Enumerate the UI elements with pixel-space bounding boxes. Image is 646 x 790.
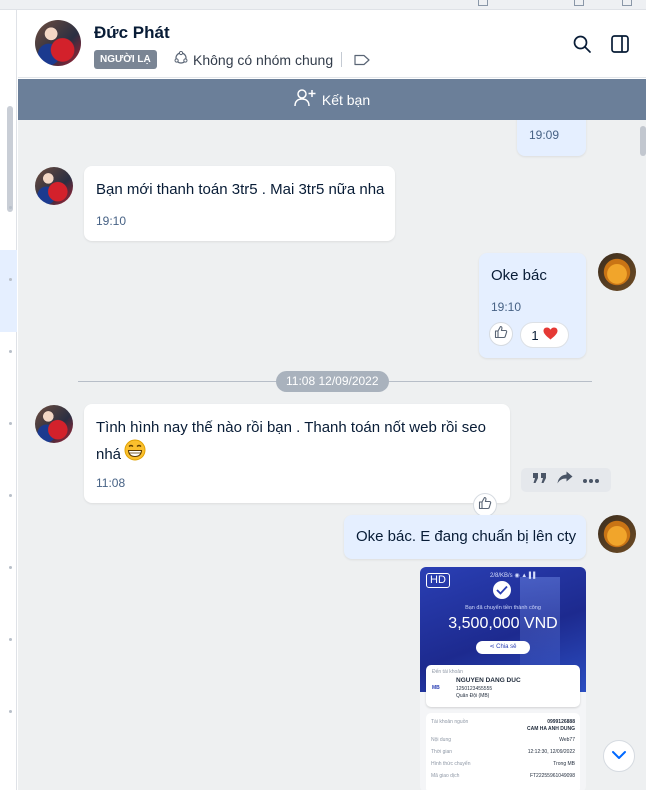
chat-message-area[interactable]: 19:09 Bạn mới thanh toán 3tr5 . Mai 3tr5… [18, 120, 646, 790]
date-divider: 11:08 12/09/2022 [276, 371, 389, 392]
receipt-title: Bạn đã chuyển tiền thành công [465, 605, 541, 611]
forward-icon[interactable] [557, 471, 573, 489]
recipient-name: NGUYEN DANG DUC [456, 677, 521, 684]
reaction-count: 1 [531, 327, 539, 343]
transaction-details: Tài khoản nguồn 0999126888 CAM HA ANH DU… [426, 713, 580, 790]
recipient-card: Đến tài khoản NGUYEN DANG DUC MB 1250123… [426, 665, 580, 707]
message-time: 11:08 [96, 476, 126, 490]
group-icon [174, 50, 188, 68]
outgoing-message[interactable]: Oke bác. E đang chuẩn bị lên cty [344, 515, 586, 559]
message-text: Oke bác [491, 267, 547, 284]
window-titlebar-strip [0, 0, 646, 10]
recipient-label: Đến tài khoản [432, 669, 463, 675]
list-item-marker [9, 278, 12, 281]
conversation-list-scrollbar[interactable] [7, 106, 13, 212]
active-conversation-highlight[interactable] [0, 250, 17, 332]
message-text-line2-content: nhá [96, 445, 122, 463]
list-item-marker [9, 566, 12, 569]
thumbs-up-icon [478, 496, 492, 515]
message-time: 19:10 [96, 214, 127, 228]
chat-header: Đức Phát NGƯỜI LẠ Không có nhóm chung [18, 10, 646, 78]
thumbs-up-icon [494, 325, 508, 344]
message-text-line1: Tình hình nay thế nào rồi bạn . Thanh to… [96, 419, 486, 436]
minimize-window-icon[interactable] [478, 0, 488, 6]
incoming-message[interactable]: Tình hình nay thế nào rồi bạn . Thanh to… [84, 404, 510, 503]
detail-value: Trong MB [553, 761, 575, 767]
list-item-marker [9, 206, 12, 209]
receipt-status-bar: 2/8/KB/s ◉ ▲ ▌▌ [490, 573, 538, 579]
detail-value: FT22255961049098 [529, 773, 575, 779]
receipt-share-label: Chia sẻ [496, 644, 517, 650]
receipt-amount: 3,500,000 VND [448, 615, 558, 632]
detail-value: 0999126888 [547, 719, 575, 725]
list-item-marker [9, 350, 12, 353]
panel-toggle-icon[interactable] [610, 34, 630, 59]
my-avatar[interactable] [598, 515, 636, 553]
list-item-marker [9, 422, 12, 425]
more-icon[interactable] [582, 471, 600, 489]
tag-icon[interactable] [354, 53, 370, 71]
conversation-list-edge [0, 10, 17, 790]
detail-value: 12:12:30, 12/09/2022 [527, 749, 575, 755]
list-item-marker [9, 494, 12, 497]
detail-label: Hình thức chuyển [431, 761, 471, 767]
my-avatar[interactable] [598, 253, 636, 291]
heart-icon [543, 327, 558, 343]
detail-value: Web77 [559, 737, 575, 743]
contact-avatar[interactable] [35, 20, 81, 66]
transfer-receipt-image[interactable]: HD 2/8/KB/s ◉ ▲ ▌▌ Bạn đã chuyển tiền th… [420, 567, 586, 790]
scroll-to-bottom-button[interactable] [603, 740, 635, 772]
receipt-share-button: ⋖ Chia sẻ [476, 641, 530, 654]
chat-scrollbar[interactable] [640, 126, 646, 156]
success-check-icon [493, 581, 511, 599]
contact-avatar[interactable] [35, 405, 73, 443]
search-icon[interactable] [572, 34, 592, 59]
detail-label: Mã giao dịch [431, 773, 460, 779]
message-text-line2: nhá [96, 439, 146, 469]
outgoing-message[interactable]: 19:09 [517, 120, 586, 156]
message-time: 19:10 [491, 300, 522, 314]
message-time: 19:09 [529, 128, 560, 142]
detail-value: CAM HA ANH DUNG [527, 726, 575, 732]
header-divider [341, 52, 342, 67]
detail-label: Tài khoản nguồn [431, 719, 469, 725]
message-text: Bạn mới thanh toán 3tr5 . Mai 3tr5 nữa n… [96, 181, 385, 198]
detail-label: Thời gian [431, 749, 453, 755]
react-like-button[interactable] [489, 322, 513, 346]
recipient-account: 1250123455555 [456, 686, 493, 692]
contact-name[interactable]: Đức Phát [94, 23, 170, 43]
reaction-summary[interactable]: 1 [520, 322, 569, 348]
stranger-badge: NGƯỜI LẠ [94, 50, 157, 69]
chevron-down-icon [611, 747, 627, 765]
share-icon: ⋖ [489, 644, 495, 650]
close-window-icon[interactable] [622, 0, 632, 6]
common-group-status[interactable]: Không có nhóm chung [174, 50, 333, 69]
message-text: Oke bác. E đang chuẩn bị lên cty [356, 528, 577, 545]
grinning-emoji-icon [124, 439, 146, 469]
detail-label: Nội dung [431, 737, 452, 743]
bank-logo: MB [432, 685, 440, 691]
maximize-window-icon[interactable] [574, 0, 584, 6]
add-friend-icon [294, 88, 316, 111]
list-item-marker [9, 638, 12, 641]
message-actions-toolbar [521, 468, 611, 492]
list-item-marker [9, 710, 12, 713]
hd-badge[interactable]: HD [426, 573, 450, 588]
common-group-label: Không có nhóm chung [193, 51, 334, 68]
add-friend-button[interactable]: Kết bạn [18, 79, 646, 120]
recipient-bank: Quân Đội (MB) [456, 693, 490, 699]
add-friend-label: Kết bạn [321, 91, 371, 108]
react-like-button[interactable] [473, 493, 497, 517]
quote-icon[interactable] [532, 471, 548, 489]
incoming-message[interactable]: Bạn mới thanh toán 3tr5 . Mai 3tr5 nữa n… [84, 166, 395, 241]
contact-avatar[interactable] [35, 167, 73, 205]
